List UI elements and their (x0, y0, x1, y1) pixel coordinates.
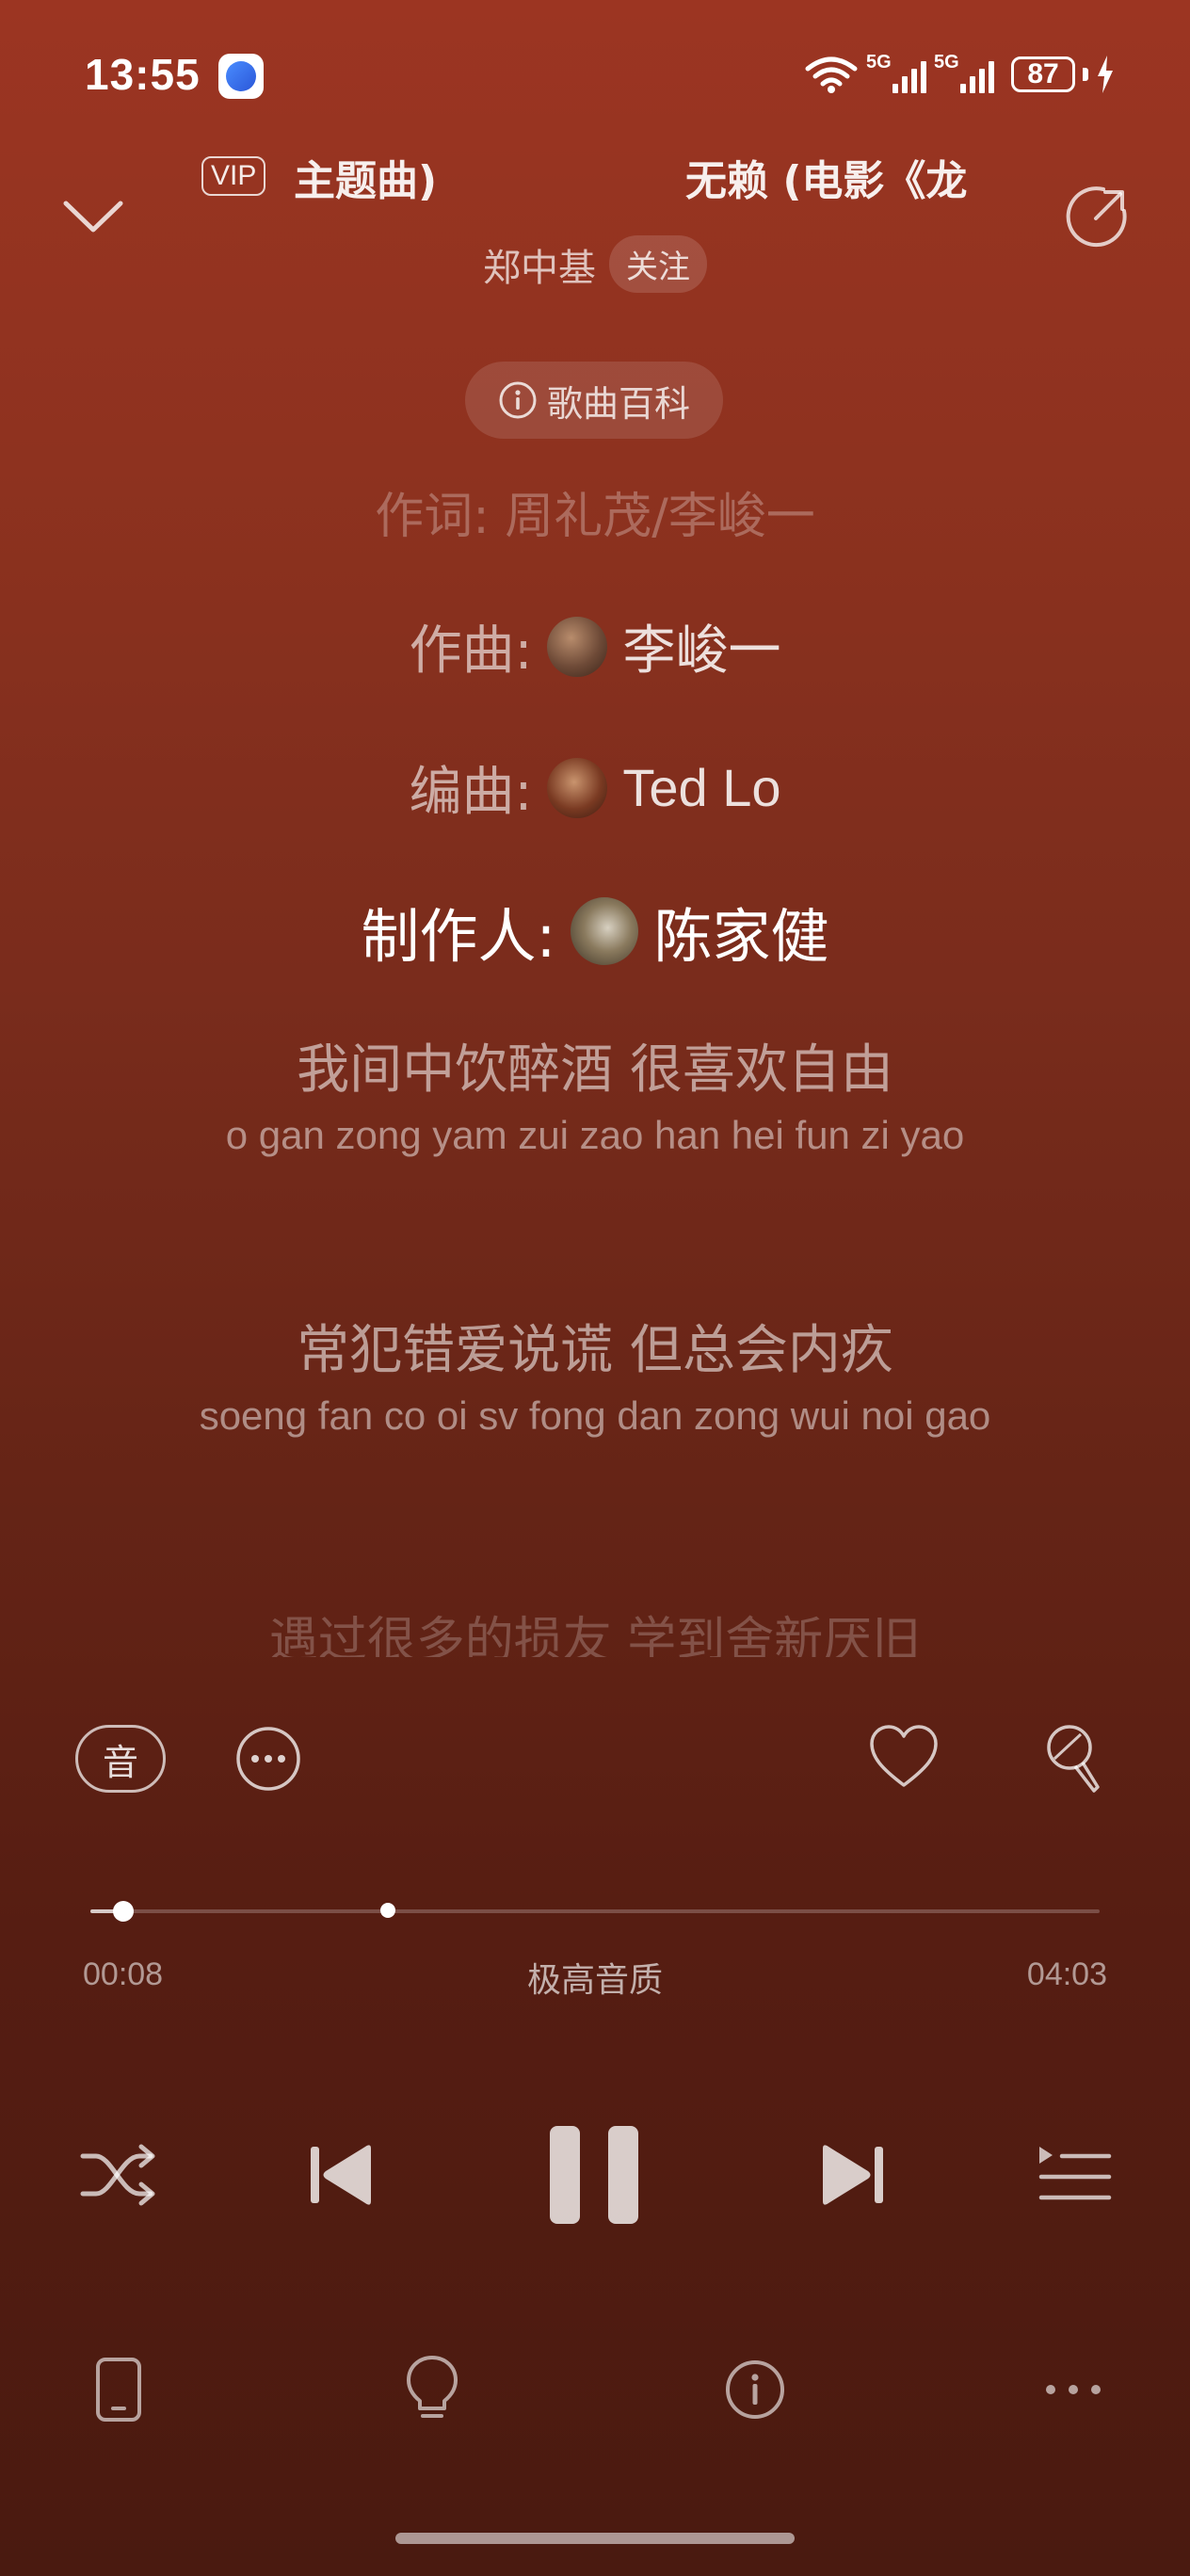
charging-icon (1098, 56, 1113, 93)
credit-role: 编曲: (409, 762, 533, 823)
lyric-text: 我间中饮醉酒 很喜欢自由 (297, 1039, 893, 1101)
credit-producer: 制作人: 陈家健 (0, 889, 1190, 974)
quality-label[interactable]: 极高音质 (0, 1953, 1190, 2002)
lyric-line[interactable]: 常犯错爱说谎 但总会内疚 soeng fan co oi sv fong dan… (141, 1318, 1049, 1448)
status-time: 13:55 (85, 50, 201, 99)
app-notification-icon (218, 54, 264, 99)
info-icon (499, 381, 537, 419)
follow-button[interactable]: 关注 (609, 235, 707, 293)
credit-composer: 作曲: 李峻一 (0, 608, 1190, 684)
credit-person[interactable]: 李峻一 (622, 608, 780, 684)
lightbulb-icon[interactable] (399, 2354, 465, 2425)
more-options-icon[interactable] (231, 1721, 306, 1796)
progress-slider[interactable] (90, 1901, 1100, 1922)
credit-person[interactable]: 陈家健 (653, 889, 828, 974)
song-title-part: 无赖 (电影《龙 (685, 157, 968, 205)
vip-badge: VIP (201, 156, 266, 196)
sound-quality-button[interactable]: 音 (75, 1725, 166, 1793)
playlist-icon[interactable] (1036, 2137, 1115, 2213)
lyric-line-faded: 遇过很多的损友 学到舍新厌旧 (268, 1613, 922, 1657)
cellular-signal-2-icon: 5G (934, 52, 994, 93)
duration: 04:03 (1026, 1956, 1107, 1992)
lyrics-panel[interactable]: 作词: 周礼茂/李峻一 作曲: 李峻一 编曲: Ted Lo 制作人: 陈家健 … (0, 443, 1190, 1657)
credit-arranger: 编曲: Ted Lo (0, 749, 1190, 826)
cellular-signal-1-icon: 5G (866, 52, 926, 93)
lyric-romanization: soeng fan co oi sv fong dan zong wui noi… (199, 1393, 991, 1438)
artist-row: 郑中基 关注 (0, 235, 1190, 293)
progress-knob[interactable] (113, 1901, 135, 1922)
skip-next-icon[interactable] (815, 2137, 891, 2213)
more-horizontal-icon[interactable] (1039, 2354, 1107, 2425)
avatar[interactable] (547, 616, 608, 677)
skip-previous-icon[interactable] (303, 2137, 378, 2213)
info-icon[interactable] (721, 2354, 789, 2425)
pause-icon[interactable] (544, 2122, 644, 2228)
battery-level: 87 (1011, 56, 1075, 92)
lyric-credit-faded: 作词: 周礼茂/李峻一 (375, 489, 815, 545)
lyric-romanization: o gan zong yam zui zao han hei fun zi ya… (225, 1113, 965, 1157)
progress-highlight-marker (380, 1903, 396, 1918)
heart-icon[interactable] (866, 1721, 941, 1796)
microphone-icon[interactable] (1036, 1721, 1111, 1796)
avatar[interactable] (547, 757, 608, 818)
avatar[interactable] (571, 897, 639, 965)
status-indicators: 5G 5G 87 (804, 49, 1115, 100)
lyric-text: 常犯错爱说谎 但总会内疚 (297, 1320, 893, 1381)
lyric-line[interactable]: 我间中饮醉酒 很喜欢自由 o gan zong yam zui zao han … (141, 1038, 1049, 1167)
battery-tip (1083, 68, 1088, 81)
wifi-icon (805, 56, 858, 93)
phone-device-icon[interactable] (90, 2354, 147, 2425)
credit-role: 制作人: (361, 902, 556, 971)
credit-person[interactable]: Ted Lo (622, 757, 780, 818)
shuffle-icon[interactable] (79, 2137, 158, 2213)
home-indicator[interactable] (395, 2533, 795, 2544)
artist-name[interactable]: 郑中基 (483, 237, 596, 292)
credit-role: 作曲: (409, 620, 533, 682)
song-title-part: 主题曲) (294, 157, 438, 205)
song-title-marquee: VIP 主题曲) 无赖 (电影《龙 (188, 141, 1007, 207)
song-wiki-label: 歌曲百科 (546, 382, 690, 425)
song-wiki-button[interactable]: 歌曲百科 (465, 362, 723, 439)
